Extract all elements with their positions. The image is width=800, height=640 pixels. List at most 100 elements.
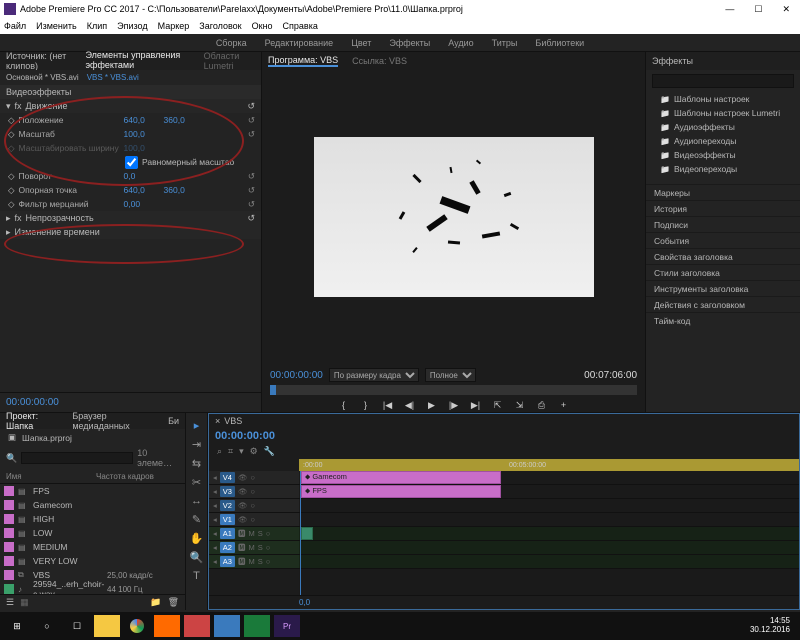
maximize-button[interactable]: ☐	[748, 4, 768, 15]
source-tab[interactable]: Источник: (нет клипов)	[6, 51, 77, 71]
ripple-edit-tool-icon[interactable]: ⇆	[192, 457, 201, 470]
twirl-icon[interactable]: ▸	[6, 213, 11, 224]
extract-button[interactable]: ⇲	[512, 398, 528, 412]
explorer-icon[interactable]	[94, 615, 120, 637]
timeline-clip[interactable]: ⬥ FPS	[301, 485, 501, 498]
reset-icon[interactable]: ↺	[248, 171, 255, 182]
type-tool-icon[interactable]: T	[193, 570, 200, 582]
panel-tab[interactable]: Стили заголовка	[646, 264, 800, 280]
stopwatch-icon[interactable]: ◇	[8, 171, 15, 182]
step-fwd-button[interactable]: |▶	[446, 398, 462, 412]
slip-tool-icon[interactable]: ↔	[191, 495, 202, 507]
icon-view-icon[interactable]: ▦	[20, 597, 29, 608]
col-fps[interactable]: Частота кадров	[96, 472, 154, 481]
reset-icon[interactable]: ↺	[247, 101, 255, 112]
scale-value[interactable]: 100,0	[124, 129, 164, 139]
workspace-Библиотеки[interactable]: Библиотеки	[535, 38, 584, 48]
video-track-header[interactable]: ◂V4👁○	[209, 471, 299, 485]
motion-fx-label[interactable]: Движение	[26, 101, 68, 111]
stopwatch-icon[interactable]: ◇	[8, 185, 15, 196]
track-lane[interactable]	[299, 513, 799, 527]
effects-search-input[interactable]	[652, 74, 794, 88]
track-toggle-icon[interactable]: ◂	[213, 487, 217, 496]
timeline-ruler[interactable]: :00:00 00:05:00:00	[299, 459, 799, 471]
go-to-in-button[interactable]: |◀	[380, 398, 396, 412]
effect-controls-tab[interactable]: Элементы управления эффектами	[85, 50, 195, 72]
list-view-icon[interactable]: ☰	[6, 597, 14, 608]
panel-tab[interactable]: Маркеры	[646, 184, 800, 200]
eye-icon[interactable]: 👁	[238, 487, 248, 496]
premiere-icon[interactable]: Pr	[274, 615, 300, 637]
track-lane[interactable]	[299, 541, 799, 555]
settings-icon[interactable]: ⚙	[250, 446, 258, 457]
delete-icon[interactable]: 🗑	[168, 597, 179, 608]
stopwatch-icon[interactable]: ◇	[8, 129, 15, 140]
position-y[interactable]: 360,0	[164, 115, 204, 125]
project-tab[interactable]: Проект: Шапка	[6, 411, 62, 431]
menu-Заголовок[interactable]: Заголовок	[199, 21, 241, 31]
lock-icon[interactable]: ○	[250, 501, 255, 510]
snap-icon[interactable]: ⌕	[217, 446, 222, 457]
start-button[interactable]: ⊞	[4, 615, 30, 637]
reset-icon[interactable]: ↺	[248, 199, 255, 210]
export-frame-button[interactable]: ⎙	[534, 398, 550, 412]
reference-label[interactable]: Ссылка: VBS	[352, 56, 407, 66]
lift-button[interactable]: ⇱	[490, 398, 506, 412]
program-monitor-tab[interactable]: Программа: VBS	[268, 55, 338, 67]
effects-panel-tab[interactable]: Эффекты	[652, 56, 693, 66]
effects-folder[interactable]: Шаблоны настроек	[646, 92, 800, 106]
project-item[interactable]: ▤Gamecom	[0, 498, 185, 512]
stopwatch-icon[interactable]: ◇	[8, 199, 15, 210]
media-browser-tab[interactable]: Браузер медиаданных	[72, 411, 158, 431]
project-item[interactable]: ▤VERY LOW	[0, 554, 185, 568]
eye-icon[interactable]: 👁	[238, 501, 248, 510]
app-icon[interactable]	[244, 615, 270, 637]
project-item[interactable]: ▤MEDIUM	[0, 540, 185, 554]
opacity-fx-label[interactable]: Непрозрачность	[26, 213, 94, 223]
new-bin-icon[interactable]: 📁	[150, 597, 161, 608]
workspace-Титры[interactable]: Титры	[492, 38, 518, 48]
lock-icon[interactable]: ○	[250, 473, 255, 482]
menu-Клип[interactable]: Клип	[87, 21, 107, 31]
app-icon[interactable]	[154, 615, 180, 637]
reset-icon[interactable]: ↺	[248, 115, 255, 126]
chrome-icon[interactable]	[124, 615, 150, 637]
playhead[interactable]	[300, 471, 301, 595]
mute-icon[interactable]: 🅼	[238, 556, 246, 567]
audio-track-header[interactable]: ◂A2🅼MS○	[209, 541, 299, 555]
workspace-Редактирование[interactable]: Редактирование	[265, 38, 334, 48]
track-select-tool-icon[interactable]: ⇥	[192, 438, 201, 451]
menu-Файл[interactable]: Файл	[4, 21, 26, 31]
lumetri-scopes-tab[interactable]: Области Lumetri	[204, 51, 255, 71]
solo-icon[interactable]: M	[248, 557, 254, 566]
search-icon[interactable]: ○	[34, 615, 60, 637]
eye-icon[interactable]: 👁	[238, 473, 248, 482]
taskview-icon[interactable]: ☐	[64, 615, 90, 637]
zoom-tool-icon[interactable]: 🔍	[190, 551, 204, 564]
effects-folder[interactable]: Шаблоны настроек Lumetri	[646, 106, 800, 120]
mute-icon[interactable]: 🅼	[238, 542, 246, 553]
twirl-icon[interactable]: ▾	[6, 101, 11, 112]
lock-icon[interactable]: ○	[250, 515, 255, 524]
selection-tool-icon[interactable]: ▸	[194, 419, 200, 432]
pen-tool-icon[interactable]: ✎	[192, 513, 201, 526]
menu-Окно[interactable]: Окно	[252, 21, 273, 31]
track-lane[interactable]	[299, 555, 799, 569]
menu-Справка[interactable]: Справка	[283, 21, 318, 31]
marker-icon[interactable]: ▾	[239, 446, 244, 457]
taskbar-date[interactable]: 30.12.2016	[750, 626, 790, 635]
flicker-value[interactable]: 0,00	[124, 199, 164, 209]
menu-Маркер[interactable]: Маркер	[158, 21, 190, 31]
mute-icon[interactable]: 🅼	[238, 528, 246, 539]
panel-tab[interactable]: События	[646, 232, 800, 248]
project-item[interactable]: ▤FPS	[0, 484, 185, 498]
panel-tab[interactable]: Действия с заголовком	[646, 296, 800, 312]
timeline-audio-clip[interactable]	[301, 527, 313, 540]
anchor-y[interactable]: 360,0	[164, 185, 204, 195]
effects-folder[interactable]: Аудиопереходы	[646, 134, 800, 148]
program-monitor[interactable]	[314, 137, 594, 297]
panel-tab[interactable]: Инструменты заголовка	[646, 280, 800, 296]
menu-Эпизод[interactable]: Эпизод	[117, 21, 147, 31]
go-to-out-button[interactable]: ▶|	[468, 398, 484, 412]
audio-display-value[interactable]: 0,0	[299, 598, 310, 607]
